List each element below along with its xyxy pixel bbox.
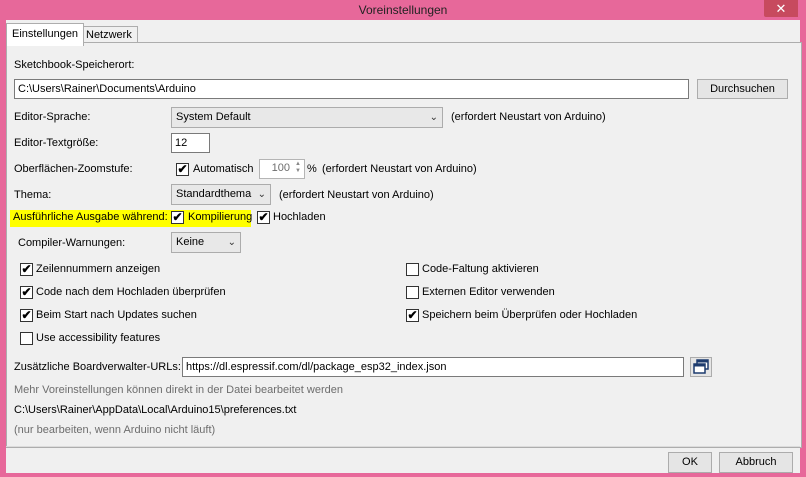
edit-note-text: (nur bearbeiten, wenn Arduino nicht läuf… [14, 424, 216, 436]
footer-divider [6, 446, 800, 447]
compiler-warnings-value: Keine [176, 236, 205, 248]
theme-select[interactable]: Standardthema ⌄ [171, 184, 271, 205]
preferences-path[interactable]: C:\Users\Rainer\AppData\Local\Arduino15\… [14, 404, 296, 416]
editor-language-label: Editor-Sprache: [14, 111, 91, 123]
stepper-arrows-icon: ▲ ▼ [295, 161, 301, 174]
line-numbers-checkbox[interactable]: ✔ [20, 263, 33, 276]
cancel-button[interactable]: Abbruch [719, 452, 793, 473]
chevron-down-icon: ⌄ [257, 189, 266, 200]
verbose-compile-label: Kompilierung [188, 211, 253, 223]
theme-value: Standardthema [176, 188, 252, 200]
zoom-note: (erfordert Neustart von Arduino) [322, 163, 477, 175]
external-editor-label: Externen Editor verwenden [422, 286, 555, 298]
save-on-verify-checkbox[interactable]: ✔ [406, 309, 419, 322]
edit-urls-button[interactable] [690, 357, 712, 377]
zoom-auto-label: Automatisch [193, 163, 254, 175]
verbose-upload-checkbox[interactable]: ✔ [257, 211, 270, 224]
compiler-warnings-select[interactable]: Keine ⌄ [171, 232, 241, 253]
zoom-stepper[interactable]: 100 ▲ ▼ [259, 159, 305, 179]
verbose-output-label: Ausführliche Ausgabe während: [10, 210, 171, 227]
theme-label: Thema: [14, 189, 52, 201]
code-folding-checkbox[interactable] [406, 263, 419, 276]
check-updates-checkbox[interactable]: ✔ [20, 309, 33, 322]
accessibility-checkbox[interactable] [20, 332, 33, 345]
theme-note: (erfordert Neustart von Arduino) [279, 189, 434, 201]
external-editor-checkbox[interactable] [406, 286, 419, 299]
sketchbook-path-input[interactable]: C:\Users\Rainer\Documents\Arduino [14, 79, 689, 99]
save-on-verify-label: Speichern beim Überprüfen oder Hochladen [422, 309, 638, 321]
accessibility-label: Use accessibility features [36, 332, 161, 344]
verbose-upload-label: Hochladen [273, 211, 326, 223]
editor-fontsize-label: Editor-Textgröße: [14, 137, 99, 149]
editor-fontsize-input[interactable]: 12 [171, 133, 210, 153]
window-border-bottom [0, 473, 806, 477]
code-folding-label: Code-Faltung aktivieren [422, 263, 539, 275]
zoom-unit: % [307, 163, 317, 175]
editor-language-value: System Default [176, 111, 251, 123]
sketchbook-label: Sketchbook-Speicherort: [14, 59, 135, 71]
line-numbers-label: Zeilennummern anzeigen [36, 263, 161, 275]
ok-button[interactable]: OK [668, 452, 712, 473]
check-updates-label: Beim Start nach Updates suchen [36, 309, 197, 321]
title-bar[interactable]: Voreinstellungen ✕ [0, 0, 806, 20]
tab-einstellungen[interactable]: Einstellungen [6, 23, 85, 46]
board-urls-label: Zusätzliche Boardverwalter-URLs: [14, 361, 181, 373]
verbose-compile-checkbox[interactable]: ✔ [171, 211, 184, 224]
compiler-warnings-label: Compiler-Warnungen: [18, 237, 126, 249]
window-copy-icon [693, 359, 709, 374]
verify-after-upload-label: Code nach dem Hochladen überprüfen [36, 286, 226, 298]
editor-language-note: (erfordert Neustart von Arduino) [451, 111, 606, 123]
chevron-down-icon: ⌄ [429, 112, 438, 123]
zoom-value: 100 [271, 162, 290, 174]
window-title: Voreinstellungen [358, 3, 448, 17]
verify-after-upload-checkbox[interactable]: ✔ [20, 286, 33, 299]
more-prefs-text: Mehr Voreinstellungen können direkt in d… [14, 384, 343, 396]
chevron-down-icon: ⌄ [227, 237, 236, 248]
zoom-label: Oberflächen-Zoomstufe: [14, 163, 133, 175]
browse-button[interactable]: Durchsuchen [697, 79, 788, 99]
editor-language-select[interactable]: System Default ⌄ [171, 107, 443, 128]
zoom-auto-checkbox[interactable]: ✔ [176, 163, 189, 176]
close-button[interactable]: ✕ [764, 0, 798, 17]
board-urls-input[interactable]: https://dl.espressif.com/dl/package_esp3… [182, 357, 684, 377]
